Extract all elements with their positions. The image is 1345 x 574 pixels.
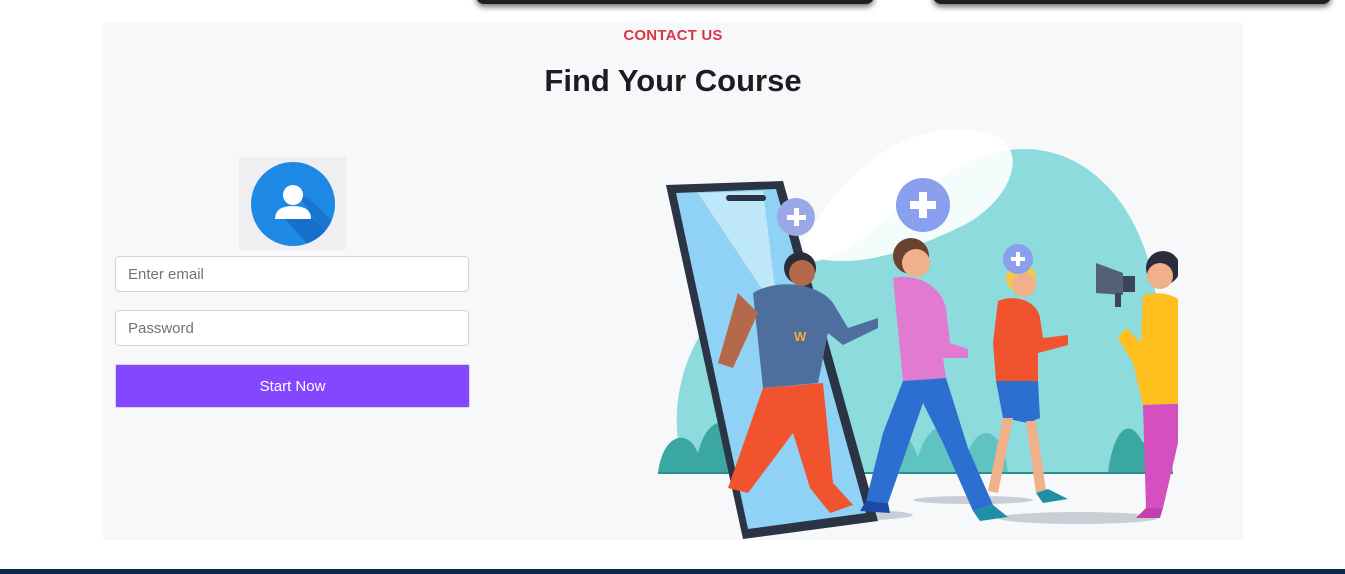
user-avatar-icon xyxy=(251,162,335,246)
avatar xyxy=(239,157,346,250)
hero-illustration: W xyxy=(548,113,1220,540)
section-eyebrow: CONTACT US xyxy=(623,27,723,44)
contact-section: CONTACT US Find Your Course Start Now xyxy=(103,23,1243,540)
plus-circle-icon xyxy=(1003,244,1033,274)
password-input[interactable] xyxy=(115,310,469,346)
email-input[interactable] xyxy=(115,256,469,292)
phone-logo: W xyxy=(794,329,807,344)
top-card-left xyxy=(476,0,874,4)
section-title: Find Your Course xyxy=(544,63,802,98)
start-now-button[interactable]: Start Now xyxy=(115,364,470,408)
footer-divider xyxy=(0,569,1345,574)
top-card-right xyxy=(933,0,1331,4)
plus-circle-icon xyxy=(777,198,815,236)
plus-circle-icon xyxy=(896,178,950,232)
